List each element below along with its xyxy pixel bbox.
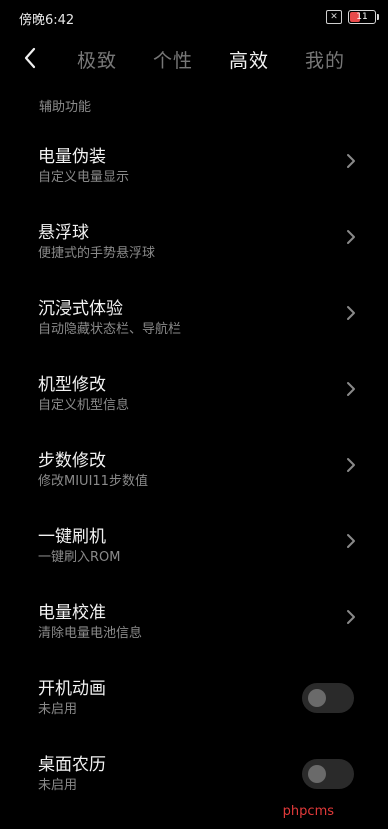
close-box-icon: ✕ — [326, 10, 342, 24]
list-item-immersive[interactable]: 沉浸式体验 自动隐藏状态栏、导航栏 — [0, 284, 388, 360]
item-title: 沉浸式体验 — [38, 299, 123, 319]
list-item-floating-ball[interactable]: 悬浮球 便捷式的手势悬浮球 — [0, 208, 388, 284]
top-nav: 极致 个性 高效 我的 — [0, 40, 388, 80]
list-item-step-modify[interactable]: 步数修改 修改MIUI11步数值 — [0, 436, 388, 512]
item-subtitle: 便捷式的手势悬浮球 — [38, 246, 156, 261]
item-title: 开机动画 — [38, 679, 106, 699]
chevron-right-icon — [347, 458, 355, 472]
status-icons: ✕ 11 — [326, 10, 379, 24]
chevron-right-icon — [347, 534, 355, 548]
tab-gaoxiao[interactable]: 高效 — [229, 46, 269, 73]
item-title: 悬浮球 — [38, 223, 89, 243]
tab-gexing[interactable]: 个性 — [153, 46, 193, 73]
chevron-right-icon — [347, 382, 355, 396]
item-subtitle: 一键刷入ROM — [38, 550, 121, 565]
toggle-knob — [308, 689, 326, 707]
item-subtitle: 自定义电量显示 — [38, 170, 130, 185]
item-subtitle: 修改MIUI11步数值 — [38, 474, 148, 489]
item-title: 电量伪装 — [38, 147, 106, 167]
item-title: 一键刷机 — [38, 527, 106, 547]
watermark: phpcms — [282, 804, 334, 819]
item-title: 机型修改 — [38, 375, 106, 395]
tab-wode[interactable]: 我的 — [305, 46, 345, 73]
battery-tip — [377, 14, 379, 20]
item-subtitle: 自动隐藏状态栏、导航栏 — [38, 322, 182, 337]
list-item-model-modify[interactable]: 机型修改 自定义机型信息 — [0, 360, 388, 436]
chevron-right-icon — [347, 154, 355, 168]
status-time: 傍晚6:42 — [19, 13, 75, 28]
back-arrow-icon — [24, 47, 36, 69]
list-item-battery-calibration[interactable]: 电量校准 清除电量电池信息 — [0, 588, 388, 664]
item-subtitle: 清除电量电池信息 — [38, 626, 143, 641]
status-bar: 傍晚6:42 ✕ 11 — [0, 0, 388, 34]
tab-jizhi[interactable]: 极致 — [77, 46, 117, 73]
chevron-right-icon — [347, 610, 355, 624]
section-title: 辅助功能 — [39, 100, 92, 115]
battery-icon: 11 — [348, 10, 379, 24]
item-title: 电量校准 — [38, 603, 106, 623]
settings-list: 电量伪装 自定义电量显示 悬浮球 便捷式的手势悬浮球 沉浸式体验 自动隐藏状态栏… — [0, 132, 388, 816]
toggle-knob — [308, 765, 326, 783]
back-button[interactable] — [16, 44, 44, 72]
lunar-calendar-toggle[interactable] — [302, 759, 354, 789]
battery-percentage: 11 — [356, 12, 368, 22]
list-item-boot-animation: 开机动画 未启用 — [0, 664, 388, 740]
item-subtitle: 自定义机型信息 — [38, 398, 130, 413]
list-item-one-click-flash[interactable]: 一键刷机 一键刷入ROM — [0, 512, 388, 588]
item-subtitle: 未启用 — [38, 778, 78, 793]
item-title: 步数修改 — [38, 451, 106, 471]
list-item-battery-disguise[interactable]: 电量伪装 自定义电量显示 — [0, 132, 388, 208]
item-title: 桌面农历 — [38, 755, 106, 775]
chevron-right-icon — [347, 306, 355, 320]
item-subtitle: 未启用 — [38, 702, 78, 717]
boot-animation-toggle[interactable] — [302, 683, 354, 713]
chevron-right-icon — [347, 230, 355, 244]
